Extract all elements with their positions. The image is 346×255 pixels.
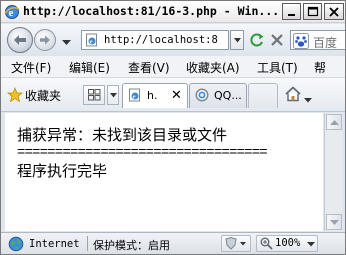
chevron-down-icon (110, 93, 117, 98)
menu-view[interactable]: 查看(V) (128, 59, 170, 76)
zoom-level: 100% (275, 237, 301, 249)
address-input[interactable]: http://localhost:8 (104, 34, 228, 46)
new-tab-button[interactable] (248, 83, 278, 108)
svg-text:e: e (133, 93, 136, 100)
protected-mode-status[interactable]: 保护模式：启用 (93, 237, 170, 253)
security-button[interactable] (221, 235, 251, 252)
error-message: 捕获异常：未找到该目录或文件 (17, 126, 228, 144)
vertical-scrollbar[interactable] (324, 113, 342, 231)
svg-text:e: e (90, 38, 93, 45)
menu-bar: 文件(F) 编辑(E) 查看(V) 收藏夹(A) 工具(T) 帮 (1, 56, 345, 78)
menu-tools[interactable]: 工具(T) (257, 59, 298, 76)
scroll-up-button[interactable] (326, 114, 342, 130)
zoom-button[interactable]: 100% (256, 235, 318, 252)
close-button[interactable] (324, 3, 344, 20)
arrow-right-icon (40, 35, 50, 45)
favorites-bar: 收藏夹 e h. ✕ QQ... (1, 78, 345, 112)
menu-edit[interactable]: 编辑(E) (69, 59, 110, 76)
chevron-down-icon (307, 242, 315, 247)
zoom-icon (260, 237, 273, 250)
status-divider (87, 236, 88, 251)
navigation-bar: e http://localhost:8 百度 (1, 24, 345, 56)
shield-icon (225, 236, 246, 250)
globe-icon (8, 236, 24, 255)
history-dropdown-icon[interactable] (62, 36, 71, 49)
separator-line: ================================= (17, 143, 268, 159)
tab-list-dropdown[interactable] (107, 85, 119, 105)
refresh-icon (250, 33, 264, 47)
scroll-down-icon (330, 220, 339, 225)
stop-button[interactable] (267, 30, 287, 50)
status-bar: Internet 保护模式：启用 100% (1, 232, 345, 254)
completion-message: 程序执行完毕 (17, 162, 108, 180)
minimize-button[interactable] (282, 3, 301, 20)
arrow-left-icon (14, 35, 26, 45)
grid-icon (88, 89, 101, 101)
home-dropdown-icon[interactable] (304, 93, 312, 106)
address-bar[interactable]: e http://localhost:8 (81, 30, 229, 50)
address-dropdown[interactable] (230, 30, 244, 50)
page-content: 捕获异常：未找到该目录或文件 =========================… (5, 113, 323, 231)
menu-favorites[interactable]: 收藏夹(A) (186, 59, 240, 76)
browser-window: e http://localhost:81/16-3.php - Win... (0, 0, 346, 255)
favorites-star-icon[interactable] (7, 87, 23, 106)
title-bar[interactable]: e http://localhost:81/16-3.php - Win... (1, 1, 345, 23)
scroll-up-icon (330, 120, 339, 125)
page-icon: e (85, 33, 99, 50)
home-icon (285, 86, 301, 102)
search-input[interactable]: 百度 (313, 34, 337, 51)
stop-icon (271, 34, 283, 46)
tab-qq[interactable]: QQ... (189, 83, 247, 108)
home-button[interactable] (284, 85, 302, 106)
back-button[interactable] (7, 27, 33, 53)
favorites-button[interactable]: 收藏夹 (25, 87, 61, 104)
menu-help[interactable]: 帮 (314, 59, 326, 76)
ie-page-icon: e (128, 88, 142, 105)
ie-logo-icon: e (4, 4, 20, 20)
quick-tabs-button[interactable] (83, 85, 105, 105)
maximize-button[interactable] (303, 3, 322, 20)
tab-active[interactable]: e h. ✕ (122, 83, 188, 108)
window-title: http://localhost:81/16-3.php - Win... (23, 4, 280, 18)
tab-label: h. (147, 89, 158, 102)
baidu-paw-icon (293, 33, 309, 52)
security-zone: Internet (29, 238, 80, 250)
forward-button[interactable] (34, 29, 56, 51)
refresh-button[interactable] (247, 30, 267, 50)
search-box[interactable]: 百度 (290, 30, 345, 50)
menu-file[interactable]: 文件(F) (11, 59, 51, 76)
qq-icon (195, 88, 209, 105)
tab-close-icon[interactable]: ✕ (171, 88, 182, 103)
tab-label: QQ... (214, 89, 242, 102)
scroll-down-button[interactable] (326, 214, 342, 230)
chevron-down-icon (234, 38, 241, 43)
